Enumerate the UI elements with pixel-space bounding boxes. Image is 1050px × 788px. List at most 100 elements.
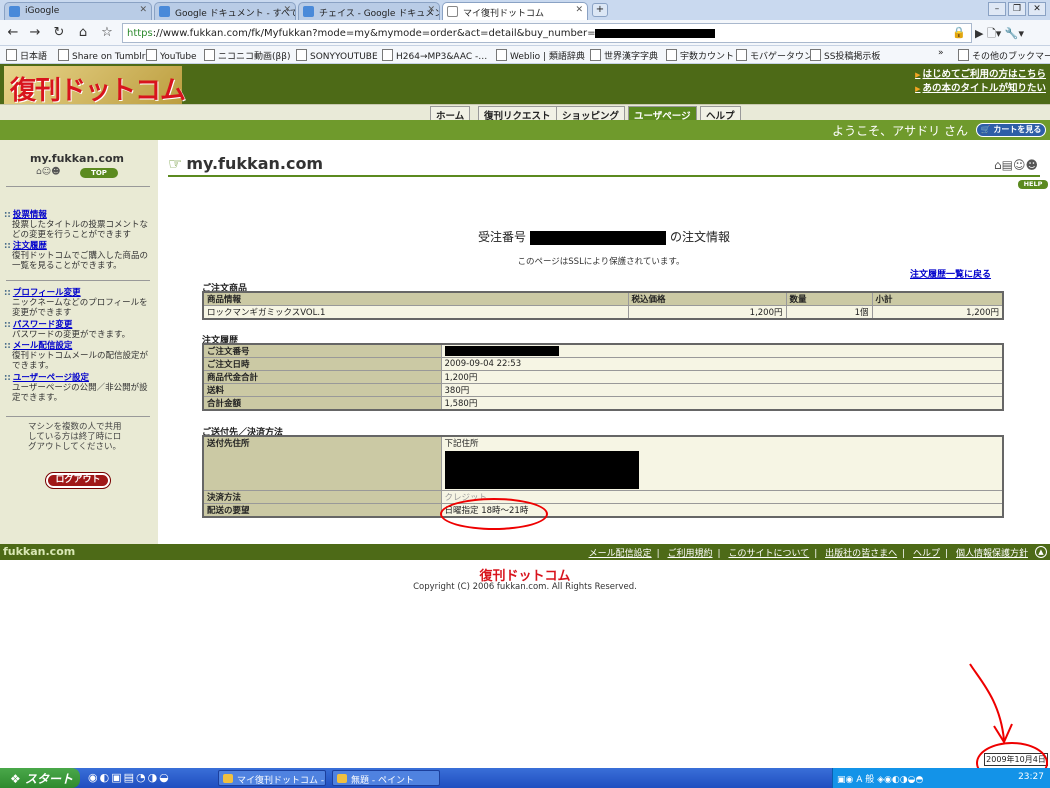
- bookmark-item[interactable]: ニコニコ動画(ββ): [204, 49, 291, 62]
- system-tray: ▣◉ A 般 ◈◉◐◑◒◓ 23:27: [832, 768, 1050, 788]
- footer-link-terms[interactable]: ご利用規約: [668, 549, 713, 559]
- divider: [6, 280, 150, 281]
- tab-google-docs-all[interactable]: Google ドキュメント - すべて… ✕: [154, 2, 296, 20]
- reload-icon[interactable]: ↻: [50, 24, 68, 42]
- forward-icon[interactable]: →: [26, 24, 44, 42]
- sidebar-link-userpage[interactable]: ユーザーページ設定: [4, 373, 156, 383]
- divider: [6, 416, 150, 417]
- scroll-top-icon[interactable]: ▲: [1035, 546, 1047, 558]
- page-menu-icons[interactable]: ▶ 🗋▾ 🔧▾: [975, 25, 1024, 44]
- bookmark-item[interactable]: YouTube: [146, 49, 197, 62]
- page-title: ☞ my.fukkan.com: [168, 154, 324, 173]
- start-button[interactable]: ❖ スタート: [0, 768, 80, 788]
- bookmark-item[interactable]: Share on Tumblr: [58, 49, 145, 62]
- bookmark-item[interactable]: 世界漢字字典: [590, 49, 658, 62]
- back-to-orders-link[interactable]: 注文履歴一覧に戻る: [910, 267, 991, 280]
- back-icon[interactable]: ←: [4, 24, 22, 42]
- tab-igoogle[interactable]: iGoogle ✕: [4, 2, 152, 20]
- other-bookmarks[interactable]: その他のブックマーク: [958, 49, 1050, 62]
- bookmark-item[interactable]: 宇数カウント: [666, 49, 734, 62]
- table-row: ロックマンギガミックスVOL.1 1,200円 1個 1,200円: [202, 305, 1004, 320]
- table-row: 送料 380円: [202, 383, 1004, 397]
- menu-home[interactable]: ホーム: [430, 106, 471, 122]
- first-time-link[interactable]: はじめてご利用の方はこちら: [915, 68, 1046, 82]
- bookmark-star-icon[interactable]: ☆: [98, 24, 116, 42]
- tab-google-docs-chase[interactable]: チェイス - Google ドキュメント ✕: [298, 2, 440, 20]
- close-icon[interactable]: ✕: [283, 5, 291, 15]
- google-icon: [9, 6, 20, 17]
- bookmark-item[interactable]: Weblio | 類語辞典: [496, 49, 585, 62]
- minimize-icon[interactable]: –: [988, 2, 1006, 16]
- sidebar-link-profile[interactable]: プロフィール変更: [4, 288, 156, 298]
- close-icon[interactable]: ✕: [139, 5, 147, 15]
- docs-icon: [159, 6, 170, 17]
- menu-userpage[interactable]: ユーザページ: [628, 106, 697, 122]
- site-footer: fukkan.com メール配信設定 | ご利用規約 | このサイトについて | 出版…: [0, 544, 1050, 560]
- bookmark-item[interactable]: モバゲータウン: [736, 49, 813, 62]
- sidebar-top-button[interactable]: TOP: [80, 168, 118, 178]
- sidebar-link-password[interactable]: パスワード変更: [4, 320, 156, 330]
- footer-link-privacy[interactable]: 個人情報保護方針: [956, 549, 1028, 559]
- header-links: はじめてご利用の方はこちら あの本のタイトルが知りたい: [915, 68, 1046, 96]
- footer-link-help[interactable]: ヘルプ: [913, 549, 940, 559]
- find-title-link[interactable]: あの本のタイトルが知りたい: [915, 82, 1046, 96]
- taskbar-clock[interactable]: 23:27: [1018, 772, 1044, 782]
- footer-link-publishers[interactable]: 出版社の皆さまへ: [825, 549, 897, 559]
- table-row: 送付先住所 下記住所: [202, 435, 1004, 491]
- table-row: ご注文番号: [202, 343, 1004, 358]
- maximize-icon[interactable]: ❐: [1008, 2, 1026, 16]
- new-tab-button[interactable]: +: [592, 3, 608, 17]
- browser-tab-bar: iGoogle ✕ Google ドキュメント - すべて… ✕ チェイス - Go…: [0, 0, 1050, 20]
- taskbar-item-paint[interactable]: 無題 - ペイント: [332, 770, 440, 786]
- table-row: 合計金額 1,580円: [202, 396, 1004, 411]
- address-bar[interactable]: https://www.fukkan.com/fk/Myfukkan?mode=…: [122, 23, 972, 43]
- table-row: ご注文日時 2009-09-04 22:53: [202, 357, 1004, 371]
- sidebar-link-orders[interactable]: 注文履歴: [4, 241, 156, 251]
- sidebar-section-password: パスワード変更 パスワードの変更ができます。: [4, 320, 156, 340]
- close-icon[interactable]: ✕: [427, 5, 435, 15]
- footer-link-about[interactable]: このサイトについて: [728, 549, 809, 559]
- tray-icons[interactable]: ▣◉: [837, 775, 856, 785]
- logout-button[interactable]: ログアウト: [45, 472, 111, 489]
- order-heading: 受注番号 の注文情報: [477, 230, 731, 245]
- table-row: 商品代金合計 1,200円: [202, 370, 1004, 384]
- table-row: 配送の要望 日曜指定 18時～21時: [202, 502, 1004, 517]
- logout-note: マシンを複数の人で共用している方は終了時にログアウトしてください。: [28, 422, 122, 452]
- redacted-order-number: [595, 28, 716, 38]
- view-cart-button[interactable]: 🛒 カートを見る: [976, 123, 1046, 137]
- close-window-icon[interactable]: ✕: [1028, 2, 1046, 16]
- footer-link-mail[interactable]: メール配信設定: [589, 549, 652, 559]
- menu-request[interactable]: 復刊リクエスト: [478, 106, 557, 122]
- copyright: Copyright (C) 2006 fukkan.com. All Right…: [413, 582, 637, 592]
- lock-icon[interactable]: 🔒: [952, 26, 966, 39]
- ssl-note: このページはSSLにより保護されています。: [517, 257, 685, 267]
- menu-shopping[interactable]: ショッピング: [556, 106, 626, 122]
- bookmark-item[interactable]: SONYYOUTUBE: [296, 49, 378, 62]
- footer-logo[interactable]: fukkan.com: [3, 545, 75, 558]
- bookmark-item[interactable]: SS投稿掲示板: [810, 49, 880, 62]
- taskbar-item-browser[interactable]: マイ復刊ドットコム - G…: [218, 770, 326, 786]
- more-bookmarks-icon[interactable]: »: [938, 48, 944, 58]
- footer-links: メール配信設定 | ご利用規約 | このサイトについて | 出版社の皆さまへ | ヘルプ…: [588, 549, 1028, 559]
- order-history-table: ご注文番号 ご注文日時 2009-09-04 22:53 商品代金合計 1,200円…: [202, 343, 1004, 411]
- sidebar-section-userpage: ユーザーページ設定 ユーザーページの公開／非公開が設定できます。: [4, 373, 156, 403]
- quick-launch-icons[interactable]: ◉◐▣▤◔◑◒: [88, 771, 171, 784]
- title-rule: [168, 175, 1040, 177]
- pointing-hand-icon: ☞: [168, 154, 183, 173]
- bookmark-item[interactable]: H264→MP3&AAC -…: [382, 49, 487, 62]
- window-controls: – ❐ ✕: [986, 2, 1046, 16]
- ime-indicator[interactable]: A 般: [856, 775, 874, 785]
- help-button[interactable]: HELP: [1018, 180, 1048, 189]
- divider: [6, 186, 150, 187]
- sidebar-link-vote[interactable]: 投票情報: [4, 210, 156, 220]
- close-icon[interactable]: ✕: [575, 5, 583, 15]
- home-icon[interactable]: ⌂: [74, 24, 92, 42]
- welcome-text: ようこそ、アサドリ さん: [832, 124, 968, 138]
- tab-my-fukkan[interactable]: マイ復刊ドットコム ✕: [442, 2, 588, 20]
- title-icons[interactable]: ⌂▤☺☻: [994, 158, 1038, 172]
- bookmark-item[interactable]: 日本語: [6, 49, 47, 62]
- sidebar-link-mail[interactable]: メール配信設定: [4, 341, 156, 351]
- redacted-order-number: [444, 345, 559, 356]
- menu-help[interactable]: ヘルプ: [700, 106, 741, 122]
- products-table: 商品情報 税込価格 数量 小計 ロックマンギガミックスVOL.1 1,200円 …: [202, 291, 1004, 320]
